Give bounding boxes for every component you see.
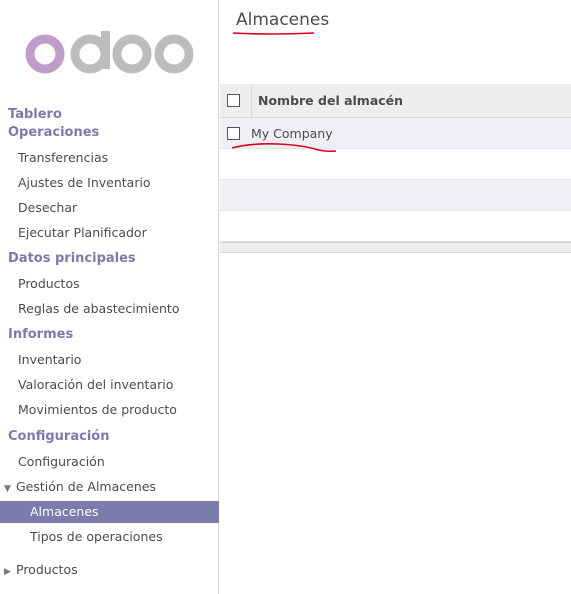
menu-item-productos[interactable]: Productos — [0, 271, 219, 296]
menu-item-almacenes[interactable]: Almacenes — [0, 501, 219, 523]
menu-item-configuracion[interactable]: Configuración — [0, 449, 219, 474]
menu-item-gestion-almacenes-label: Gestión de Almacenes — [16, 479, 156, 494]
menu-item-movimientos-producto[interactable]: Movimientos de producto — [0, 397, 219, 422]
odoo-logo-icon — [25, 31, 194, 74]
menu-item-ajustes-inventario[interactable]: Ajustes de Inventario — [0, 170, 219, 195]
menu-item-gestion-almacenes[interactable]: ▼ Gestión de Almacenes — [0, 474, 219, 499]
menu-section-operaciones[interactable]: Operaciones — [0, 124, 219, 142]
menu-item-desechar[interactable]: Desechar — [0, 195, 219, 220]
control-panel: Almacenes — [220, 0, 571, 85]
menu-section-configuracion[interactable]: Configuración — [0, 428, 219, 446]
menu-item-ejecutar-planificador[interactable]: Ejecutar Planificador — [0, 220, 219, 245]
page-title: Almacenes — [236, 10, 330, 30]
column-header-nombre[interactable]: Nombre del almacén — [251, 84, 403, 117]
menu-item-reglas-abastecimiento[interactable]: Reglas de abastecimiento — [0, 296, 219, 321]
menu-item-valoracion-inventario[interactable]: Valoración del inventario — [0, 372, 219, 397]
warehouses-table: Nombre del almacén My Company — [220, 84, 571, 253]
menu-item-productos-config-label: Productos — [16, 562, 78, 577]
row-checkbox[interactable] — [227, 126, 240, 140]
caret-right-icon: ▶ — [4, 567, 11, 577]
caret-down-icon: ▼ — [4, 484, 11, 494]
menu-item-inventario[interactable]: Inventario — [0, 347, 219, 372]
table-footer — [220, 242, 571, 253]
menu-item-productos-config[interactable]: ▶ Productos — [0, 557, 219, 582]
main-content: Almacenes Nombre del almacén My Company — [220, 0, 571, 594]
menu-section-datos-principales[interactable]: Datos principales — [0, 250, 219, 268]
menu-section-informes[interactable]: Informes — [0, 326, 219, 344]
cell-nombre[interactable]: My Company — [251, 126, 333, 141]
sidebar-nav: Tablero Operaciones Transferencias Ajust… — [0, 106, 219, 582]
select-all-checkbox[interactable] — [227, 94, 240, 107]
table-row-empty — [220, 149, 571, 180]
table-row-empty — [220, 211, 571, 242]
menu-item-tipos-operaciones[interactable]: Tipos de operaciones — [0, 524, 219, 549]
table-row[interactable]: My Company — [220, 118, 571, 149]
odoo-logo[interactable] — [0, 0, 219, 100]
table-row-empty — [220, 180, 571, 211]
table-header: Nombre del almacén — [220, 84, 571, 118]
menu-item-transferencias[interactable]: Transferencias — [0, 145, 219, 170]
menu-section-tablero[interactable]: Tablero — [0, 106, 219, 124]
title-annotation-underline — [232, 32, 315, 35]
sidebar: Tablero Operaciones Transferencias Ajust… — [0, 0, 219, 594]
